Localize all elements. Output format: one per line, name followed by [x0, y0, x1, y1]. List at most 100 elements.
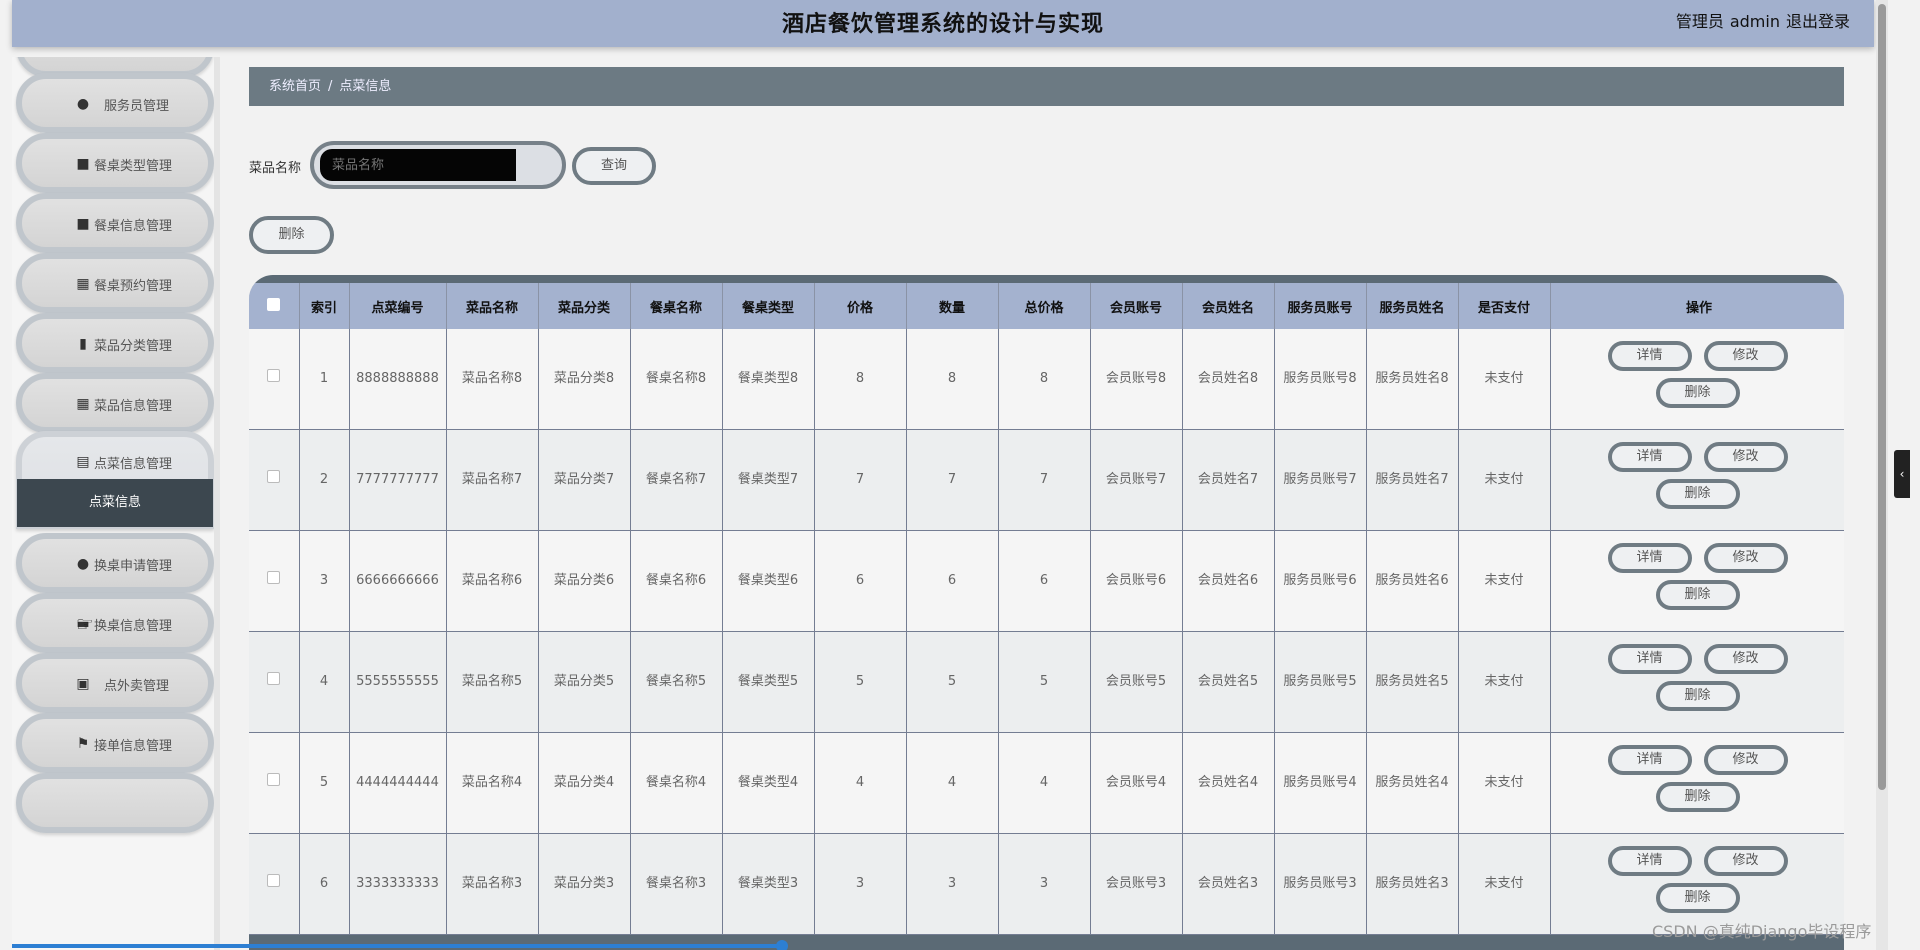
table-cell: 4444444444 [349, 732, 447, 834]
row-select-cell [249, 732, 300, 834]
table-cell: 8888888888 [349, 329, 447, 430]
column-header: 数量 [906, 283, 999, 329]
table-cell: 3 [299, 530, 350, 632]
edit-button[interactable]: 修改 [1703, 644, 1788, 674]
table-cell: 5 [906, 631, 999, 733]
column-header: 索引 [299, 283, 350, 329]
logout-link[interactable]: 退出登录 [1786, 12, 1850, 31]
user-icon: ● [76, 556, 90, 572]
column-header: 服务员姓名 [1366, 283, 1459, 329]
table-cell: 未支付 [1458, 732, 1551, 834]
breadcrumb-home[interactable]: 系统首页 [269, 79, 321, 94]
detail-button[interactable]: 详情 [1607, 644, 1692, 674]
breadcrumb: 系统首页 / 点菜信息 [249, 67, 1844, 106]
sidebar-item-dish-info[interactable]: ▦ 菜品信息管理 [16, 373, 214, 433]
table-cell: 会员姓名4 [1182, 732, 1275, 834]
search-input[interactable] [320, 149, 516, 181]
column-header: 点菜编号 [349, 283, 447, 329]
detail-button[interactable]: 详情 [1607, 341, 1692, 371]
table-icon: ■ [76, 216, 90, 232]
delete-button[interactable]: 删除 [1655, 883, 1740, 913]
table-cell: 7777777777 [349, 429, 447, 531]
row-select-cell [249, 530, 300, 632]
select-all-checkbox[interactable] [267, 297, 281, 311]
batch-delete-button[interactable]: 删除 [249, 216, 334, 254]
sidebar-item-waiter[interactable]: ● 服务员管理 [16, 73, 214, 133]
delete-button[interactable]: 删除 [1655, 378, 1740, 408]
detail-button[interactable]: 详情 [1607, 543, 1692, 573]
query-button[interactable]: 查询 [572, 147, 656, 185]
scroll-knob[interactable] [776, 940, 788, 950]
edit-button[interactable]: 修改 [1703, 341, 1788, 371]
detail-button[interactable]: 详情 [1607, 846, 1692, 876]
sidebar-item-dish-category[interactable]: ▮ 菜品分类管理 [16, 313, 214, 373]
detail-button[interactable]: 详情 [1607, 745, 1692, 775]
breadcrumb-current: 点菜信息 [339, 79, 392, 94]
vertical-scrollbar[interactable] [1876, 0, 1888, 950]
sidebar-item-change-info[interactable]: ▬ 换桌信息管理 [16, 593, 214, 653]
table-cell: 菜品分类3 [538, 833, 631, 935]
table-cell: 餐桌类型7 [722, 429, 815, 531]
table-cell: 菜品名称5 [446, 631, 539, 733]
sidebar-item-table-info[interactable]: ■ 餐桌信息管理 [16, 193, 214, 253]
delete-button[interactable]: 删除 [1655, 580, 1740, 610]
sidebar-item-takeout[interactable]: ▣ 点外卖管理 [16, 653, 214, 713]
row-actions-cell: 详情 修改删除 [1550, 631, 1844, 733]
row-checkbox[interactable] [267, 369, 281, 382]
row-checkbox[interactable] [267, 672, 281, 685]
table-cell: 会员姓名6 [1182, 530, 1275, 632]
table-row: 5 4444444444 菜品名称4 菜品分类4 餐桌名称4 餐桌类型4 4 4 4 会员账号4 会… [249, 732, 1844, 834]
edit-button[interactable]: 修改 [1703, 442, 1788, 472]
table-cell: 菜品名称6 [446, 530, 539, 632]
detail-button[interactable]: 详情 [1607, 442, 1692, 472]
sidebar-item-table-booking[interactable]: ▦ 餐桌预约管理 [16, 253, 214, 313]
column-header: 价格 [814, 283, 907, 329]
table-cell: 4 [814, 732, 907, 834]
row-actions-cell: 详情 修改删除 [1550, 732, 1844, 834]
table-cell: 餐桌类型8 [722, 329, 815, 430]
table-cell: 2 [299, 429, 350, 531]
breadcrumb-separator: / [328, 79, 333, 94]
horizontal-scroll-indicator [12, 940, 788, 950]
column-header: 服务员账号 [1274, 283, 1367, 329]
row-actions-cell: 详情 修改删除 [1550, 329, 1844, 430]
user-role: 管理员 [1675, 12, 1724, 31]
sidebar-item-accept-order[interactable]: ⚑ 接单信息管理 [16, 713, 214, 773]
table-cell: 会员姓名8 [1182, 329, 1275, 430]
delete-button[interactable]: 删除 [1655, 479, 1740, 509]
edit-button[interactable]: 修改 [1703, 543, 1788, 573]
table-cell: 服务员账号7 [1274, 429, 1367, 531]
column-header: 菜品分类 [538, 283, 631, 329]
table-cell: 餐桌类型4 [722, 732, 815, 834]
table-icon: ■ [76, 156, 90, 172]
delete-button[interactable]: 删除 [1655, 681, 1740, 711]
search-field-wrap [310, 141, 566, 189]
edit-button[interactable]: 修改 [1703, 745, 1788, 775]
table-cell: 餐桌名称5 [630, 631, 723, 733]
edit-button[interactable]: 修改 [1703, 846, 1788, 876]
sidebar-item-table-type[interactable]: ■ 餐桌类型管理 [16, 133, 214, 193]
table-cell: 6 [998, 530, 1091, 632]
table-cell: 8 [906, 329, 999, 430]
table-cell: 3333333333 [349, 833, 447, 935]
table-cell: 服务员姓名7 [1366, 429, 1459, 531]
sidebar-item-change-request[interactable]: ● 换桌申请管理 [16, 533, 214, 593]
table-row: 6 3333333333 菜品名称3 菜品分类3 餐桌名称3 餐桌类型3 3 3 3 会员账号3 会… [249, 833, 1844, 935]
row-checkbox[interactable] [267, 571, 281, 584]
table-cell: 菜品分类6 [538, 530, 631, 632]
submenu-order-info[interactable]: 点菜信息 [17, 479, 213, 527]
sidebar-item-next[interactable] [16, 773, 214, 833]
table-row: 4 5555555555 菜品名称5 菜品分类5 餐桌名称5 餐桌类型5 5 5 5 会员账号5 会… [249, 631, 1844, 733]
table-cell: 7 [998, 429, 1091, 531]
delete-button[interactable]: 删除 [1655, 782, 1740, 812]
scrollbar-thumb[interactable] [1878, 4, 1886, 790]
row-checkbox[interactable] [267, 773, 281, 786]
row-checkbox[interactable] [267, 470, 281, 483]
table-cell: 8 [998, 329, 1091, 430]
table-cell: 餐桌名称3 [630, 833, 723, 935]
table-cell: 菜品名称8 [446, 329, 539, 430]
user-icon: ● [76, 96, 90, 112]
row-checkbox[interactable] [267, 874, 281, 887]
collapse-tab-icon[interactable]: ‹ [1894, 450, 1910, 498]
table-cell: 未支付 [1458, 329, 1551, 430]
